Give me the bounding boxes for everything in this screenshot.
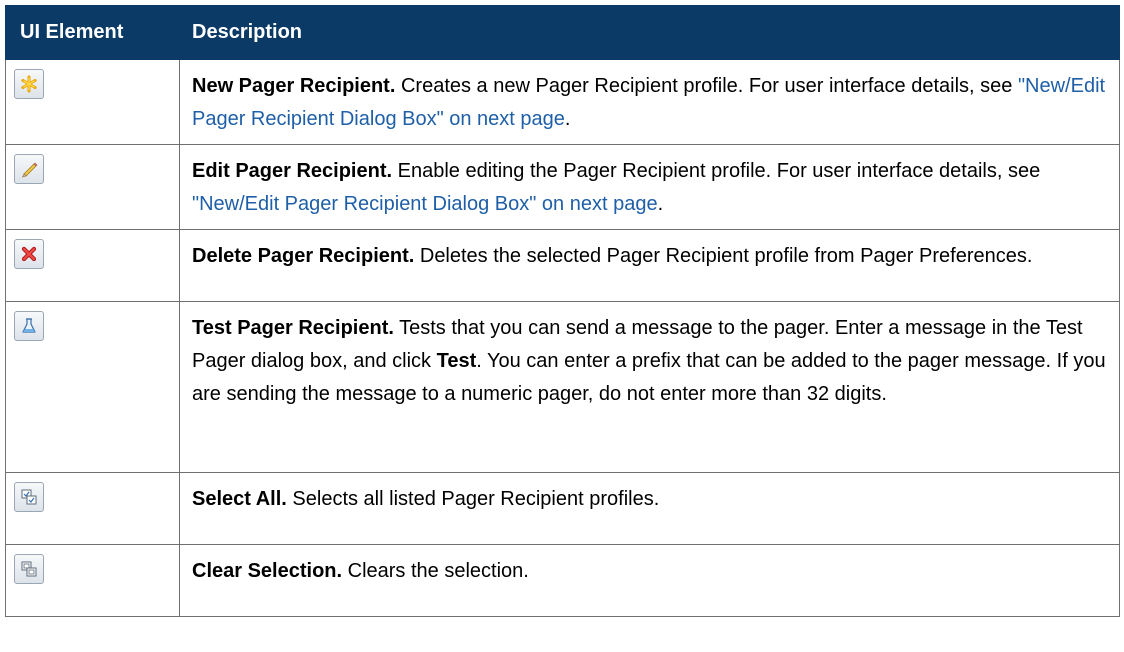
select-all-icon <box>21 489 37 505</box>
term-label: Delete Pager Recipient. <box>192 245 415 267</box>
description-cell: New Pager Recipient. Creates a new Pager… <box>179 59 1120 145</box>
table-row: Edit Pager Recipient. Enable editing the… <box>5 144 1120 230</box>
description-cell: Edit Pager Recipient. Enable editing the… <box>179 144 1120 230</box>
description-cell: Delete Pager Recipient. Deletes the sele… <box>179 229 1120 302</box>
clear-selection-icon <box>21 561 37 577</box>
header-description: Description <box>179 5 1120 60</box>
icon-cell <box>5 144 180 230</box>
dialog-box-link[interactable]: "New/Edit Pager Recipient Dialog Box" on… <box>192 193 658 215</box>
term-label: New Pager Recipient. <box>192 75 396 97</box>
icon-cell <box>5 59 180 145</box>
description-cell: Test Pager Recipient. Tests that you can… <box>179 301 1120 473</box>
ui-element-table: UI Element Description New Pager Recipie… <box>5 5 1120 617</box>
term-label: Select All. <box>192 488 287 510</box>
new-pager-recipient-button[interactable] <box>14 69 44 99</box>
icon-cell <box>5 301 180 473</box>
description-text: Enable editing the Pager Recipient profi… <box>392 160 1041 182</box>
test-button-reference: Test <box>436 350 477 372</box>
icon-cell <box>5 472 180 545</box>
description-end: . <box>657 193 664 215</box>
description-cell: Clear Selection. Clears the selection. <box>179 544 1120 617</box>
test-flask-icon <box>22 318 36 333</box>
header-ui-element: UI Element <box>5 5 180 60</box>
description-text: Clears the selection. <box>342 560 529 582</box>
description-end: . <box>564 108 571 130</box>
description-cell: Select All. Selects all listed Pager Rec… <box>179 472 1120 545</box>
term-label: Test Pager Recipient. <box>192 317 394 339</box>
table-row: Delete Pager Recipient. Deletes the sele… <box>5 229 1120 302</box>
table-row: Test Pager Recipient. Tests that you can… <box>5 301 1120 473</box>
table-row: New Pager Recipient. Creates a new Pager… <box>5 59 1120 145</box>
description-text: Creates a new Pager Recipient profile. F… <box>395 75 1018 97</box>
table-header-row: UI Element Description <box>5 5 1120 60</box>
icon-cell <box>5 229 180 302</box>
delete-x-icon <box>21 246 37 262</box>
table-row: Clear Selection. Clears the selection. <box>5 544 1120 617</box>
delete-pager-recipient-button[interactable] <box>14 239 44 269</box>
term-label: Edit Pager Recipient. <box>192 160 393 182</box>
test-pager-recipient-button[interactable] <box>14 311 44 341</box>
table-row: Select All. Selects all listed Pager Rec… <box>5 472 1120 545</box>
pencil-icon <box>21 162 38 178</box>
description-text: Deletes the selected Pager Recipient pro… <box>414 245 1033 267</box>
description-text: Selects all listed Pager Recipient profi… <box>286 488 660 510</box>
icon-cell <box>5 544 180 617</box>
term-label: Clear Selection. <box>192 560 343 582</box>
edit-pager-recipient-button[interactable] <box>14 154 44 184</box>
new-star-icon <box>21 75 37 93</box>
select-all-button[interactable] <box>14 482 44 512</box>
clear-selection-button[interactable] <box>14 554 44 584</box>
